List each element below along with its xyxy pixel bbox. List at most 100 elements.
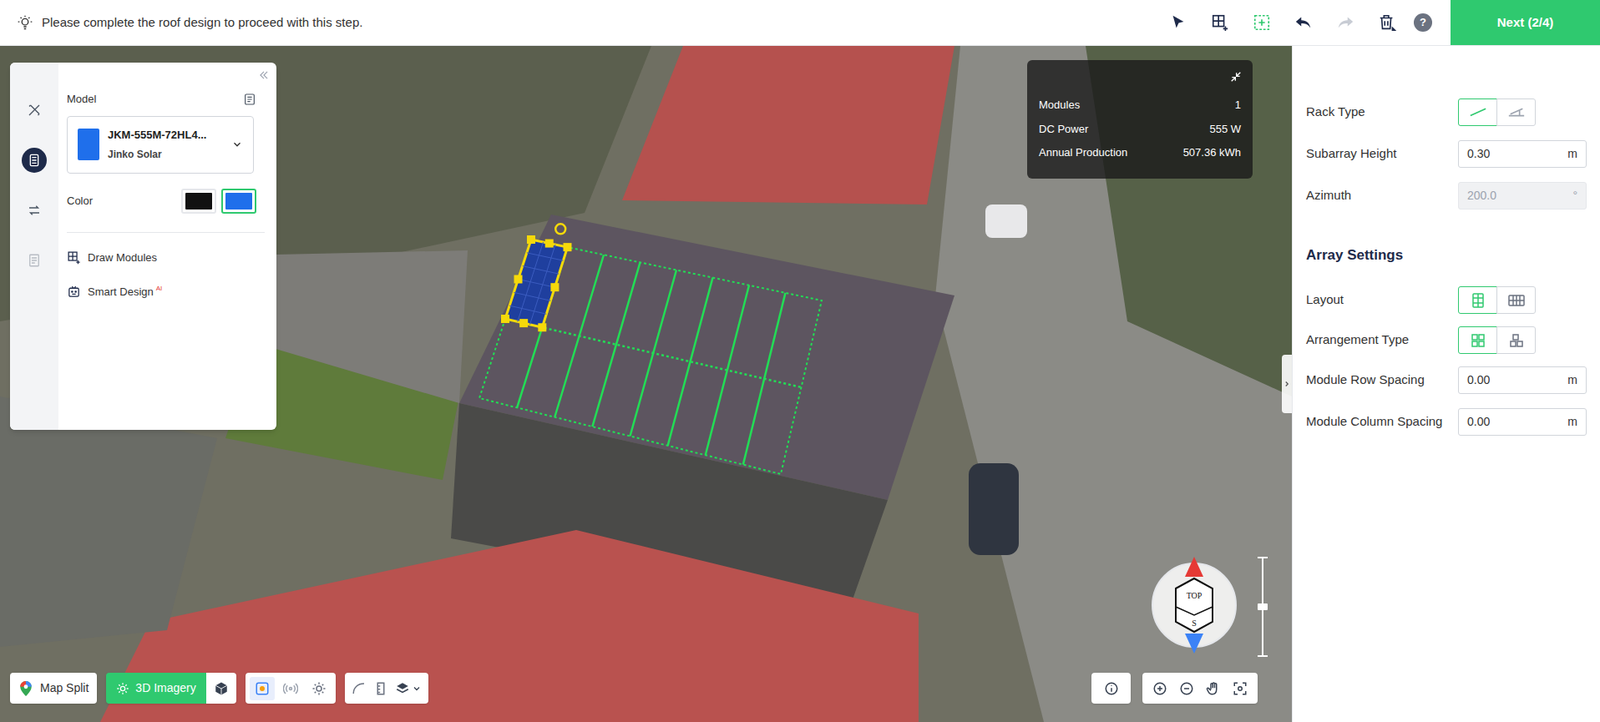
minimize-icon[interactable] — [1229, 70, 1243, 84]
swap-icon — [26, 202, 42, 218]
stat-row: DC Power555 W — [1038, 121, 1241, 138]
model-panel: Model JKM-555M-72HL4... Jinko Solar Colo… — [10, 62, 277, 431]
field-label: Layout — [1306, 290, 1344, 310]
rotate-handle-icon[interactable] — [555, 223, 566, 234]
field-label: Arrangement Type — [1306, 330, 1409, 350]
chevron-right-icon — [1282, 379, 1292, 389]
expand-panel-tab[interactable] — [1281, 354, 1292, 414]
select-tool[interactable] — [1163, 7, 1194, 38]
stat-label: Annual Production — [1038, 144, 1128, 162]
rack-option[interactable] — [1458, 98, 1498, 127]
layers-icon — [394, 681, 411, 697]
rail-item[interactable] — [21, 248, 47, 274]
resize-handle[interactable] — [514, 275, 523, 284]
rail-item[interactable] — [21, 197, 47, 223]
zoom-out-icon[interactable] — [1179, 681, 1195, 697]
view-tool[interactable] — [306, 677, 332, 701]
color-swatch[interactable] — [221, 188, 257, 214]
arc-icon[interactable] — [351, 681, 367, 697]
draw-modules-icon — [66, 250, 82, 265]
column-spacing-row: Module Column Spacing 0.00 m — [1306, 406, 1587, 439]
color-swatch[interactable] — [181, 188, 217, 214]
tilt-mount-icon — [1507, 106, 1526, 118]
stat-value: 507.36 kWh — [1183, 144, 1241, 162]
field-label: Azimuth — [1306, 186, 1352, 206]
arrangement-row: Arrangement Type — [1306, 324, 1587, 357]
field-label: Module Row Spacing — [1306, 370, 1425, 390]
rail-item[interactable] — [21, 97, 47, 123]
info-button[interactable] — [1091, 673, 1131, 704]
subarray-height-input[interactable]: 0.30 m — [1458, 140, 1587, 168]
stat-label: DC Power — [1038, 121, 1089, 138]
column-spacing-input[interactable]: 0.00 m — [1458, 408, 1587, 436]
imagery-icon — [116, 682, 130, 696]
resize-handle[interactable] — [545, 239, 554, 249]
module-cell-line — [522, 266, 560, 275]
smart-design-action[interactable]: Smart Design AI — [66, 283, 269, 301]
stat-label: Modules — [1038, 96, 1080, 114]
next-button[interactable]: Next (2/4) — [1450, 0, 1600, 46]
model-brand: Jinko Solar — [107, 146, 223, 163]
undo-button[interactable] — [1288, 7, 1319, 38]
fit-view-icon[interactable] — [1232, 681, 1248, 697]
module-cell-line — [518, 279, 556, 289]
grid-outline[interactable] — [479, 239, 822, 475]
add-module-icon — [1252, 13, 1271, 32]
module-cell-line — [509, 305, 547, 314]
solar-module[interactable] — [505, 239, 568, 328]
delete-button[interactable] — [1372, 7, 1403, 38]
cube-icon — [213, 681, 229, 697]
resize-handle[interactable] — [537, 323, 547, 332]
zoom-slider[interactable] — [1259, 556, 1266, 658]
draw-modules-action[interactable]: Draw Modules — [66, 249, 269, 267]
add-modules-tool[interactable] — [1246, 7, 1277, 38]
zoom-in-icon[interactable] — [1152, 681, 1168, 697]
rail-item[interactable] — [21, 147, 47, 173]
model-select[interactable]: JKM-555M-72HL4... Jinko Solar — [66, 116, 254, 174]
arrangement-option[interactable] — [1458, 326, 1498, 355]
field-unit: m — [1567, 371, 1578, 390]
grid-line — [592, 262, 640, 427]
layers-dropdown[interactable] — [394, 681, 422, 697]
datasheet-icon[interactable] — [243, 92, 257, 107]
compass[interactable]: TOP S — [1147, 555, 1241, 656]
draw-roof-tool[interactable] — [1205, 7, 1236, 38]
report-icon — [26, 253, 42, 269]
module-panel-icon — [27, 153, 41, 168]
rack-option[interactable] — [1496, 98, 1536, 127]
signal-icon — [283, 681, 299, 697]
resize-handle[interactable] — [519, 318, 528, 328]
map-pin-icon — [18, 680, 34, 698]
field-unit: m — [1567, 413, 1578, 431]
row-spacing-input[interactable]: 0.00 m — [1458, 366, 1587, 395]
chevron-down-icon — [411, 683, 422, 694]
model-view-button[interactable] — [206, 673, 237, 704]
info-icon — [1103, 681, 1119, 697]
layout-option[interactable] — [1458, 286, 1498, 314]
chevron-down-icon — [231, 138, 244, 151]
stat-value: 1 — [1235, 96, 1241, 114]
resize-handle[interactable] — [501, 314, 510, 324]
resize-handle[interactable] — [550, 283, 559, 292]
zoom-handle[interactable] — [1257, 603, 1268, 611]
hand-icon[interactable] — [1205, 681, 1221, 697]
view-tool[interactable] — [278, 677, 304, 701]
arrangement-option[interactable] — [1496, 326, 1536, 355]
roof-grid-icon — [1210, 13, 1230, 32]
resize-handle[interactable] — [563, 243, 573, 252]
map-canvas[interactable]: Model JKM-555M-72HL4... Jinko Solar Colo… — [0, 45, 1292, 722]
view-tool[interactable] — [249, 677, 275, 701]
map-split-button[interactable]: Map Split — [10, 673, 97, 704]
grid-line — [668, 278, 714, 446]
redo-button[interactable] — [1330, 7, 1361, 38]
imagery-toggle[interactable]: 3D Imagery — [106, 673, 206, 704]
layout-option[interactable] — [1496, 286, 1536, 314]
ruler-icon[interactable] — [373, 681, 389, 697]
help-button[interactable]: ? — [1413, 13, 1433, 32]
robot-icon — [66, 284, 82, 299]
undo-icon — [1294, 13, 1313, 32]
redo-icon — [1336, 13, 1355, 32]
collapse-icon[interactable] — [258, 69, 270, 82]
resize-handle[interactable] — [526, 235, 536, 244]
compass-top: TOP — [1186, 591, 1203, 601]
